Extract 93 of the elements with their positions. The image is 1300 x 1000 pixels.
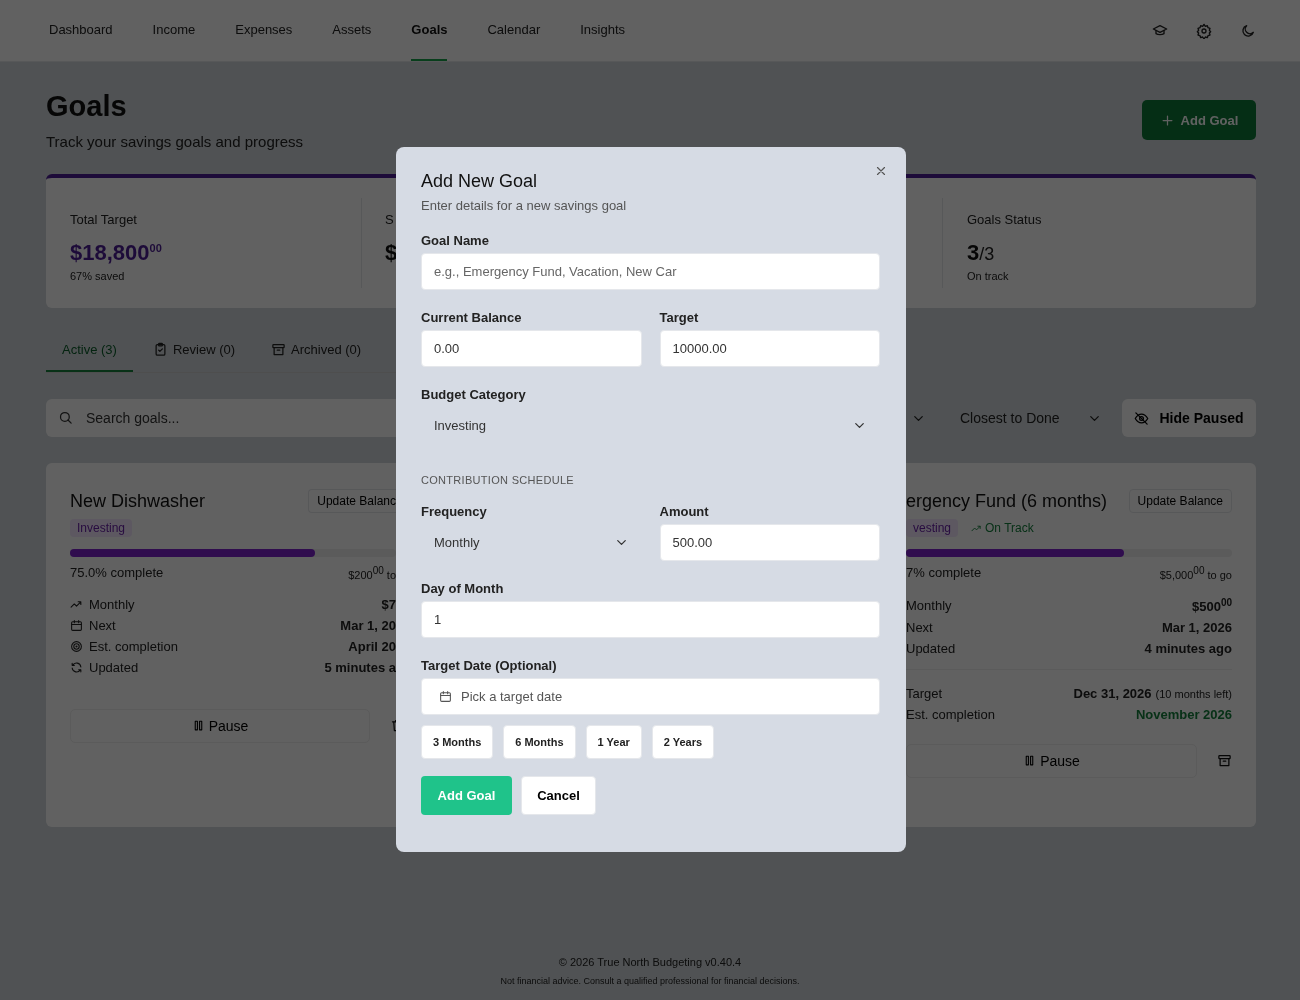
- detail-value: April 20: [348, 638, 396, 654]
- field-label: Target: [659, 310, 700, 325]
- preset-button[interactable]: 2 Years: [651, 725, 715, 759]
- nav-link[interactable]: Assets: [332, 0, 372, 61]
- stat-label: S: [385, 212, 395, 227]
- select-field[interactable]: Monthly: [421, 524, 642, 561]
- update-balance-button[interactable]: Update Balanc: [308, 489, 396, 513]
- field-label: Target Date (Optional): [421, 658, 558, 673]
- percent-complete: 7% complete: [906, 565, 982, 581]
- detail-label: Next: [906, 620, 933, 635]
- calendar-icon: [439, 690, 452, 703]
- field-label: Current Balance: [421, 310, 523, 325]
- input-field[interactable]: e.g., Emergency Fund, Vacation, New Car: [421, 253, 880, 290]
- dialog-subtitle: Enter details for a new savings goal: [421, 198, 628, 213]
- nav-link[interactable]: Goals: [411, 0, 448, 61]
- stat-value: $18,800$^{00}$: [70, 240, 162, 266]
- input-field[interactable]: 500.00: [659, 524, 880, 561]
- input-field[interactable]: 1: [421, 601, 880, 638]
- archive-box-icon: [271, 342, 287, 357]
- stat-note: On track: [967, 270, 1010, 282]
- section-heading: CONTRIBUTION SCHEDULE: [421, 474, 575, 486]
- detail-value: $500$^{00}$: [1191, 599, 1232, 614]
- detail-label: Monthly: [89, 596, 135, 612]
- goal-title: ergency Fund (6 months): [906, 490, 1108, 512]
- cancel-button[interactable]: Cancel: [521, 776, 596, 815]
- category-tag: Investing: [70, 519, 133, 537]
- target-icon: [70, 639, 83, 653]
- stat-note: 67% saved: [70, 270, 126, 282]
- detail-value: Mar 1, 2026: [1161, 620, 1232, 635]
- sort-dropdown[interactable]: Closest to Done: [946, 399, 1114, 437]
- detail-value: Mar 1, 20: [340, 617, 396, 633]
- page-title: Goals: [46, 90, 128, 123]
- field-label: Frequency: [421, 504, 488, 519]
- field-label: Amount: [659, 504, 710, 519]
- hide-paused-button[interactable]: Hide Paused: [1122, 399, 1256, 437]
- tab[interactable]: Review (0): [136, 332, 252, 372]
- field-label: Goal Name: [421, 233, 490, 248]
- refresh-icon: [70, 660, 83, 674]
- nav-link[interactable]: Dashboard: [49, 0, 113, 61]
- detail-note: (10 months left): [1155, 688, 1232, 700]
- pause-button[interactable]: Pause: [70, 708, 370, 743]
- detail-value: 5 minutes a: [324, 659, 396, 675]
- category-tag: vesting: [906, 519, 959, 537]
- moon-icon[interactable]: [1240, 22, 1256, 39]
- add-goal-button[interactable]: Add Goal: [1142, 100, 1256, 140]
- stat-value: 3: [967, 240, 980, 266]
- nav-link[interactable]: Insights: [580, 0, 626, 61]
- detail-label: Est. completion: [89, 638, 178, 654]
- preset-button[interactable]: 3 Months: [421, 725, 494, 759]
- preset-button[interactable]: 1 Year: [585, 725, 642, 759]
- eye-off-icon: [1134, 410, 1150, 426]
- stat-value: $: [385, 240, 398, 266]
- detail-label: Target: [906, 686, 943, 701]
- stat-total: /3: [979, 244, 995, 264]
- preset-button[interactable]: 6 Months: [503, 725, 576, 759]
- field-label: Budget Category: [421, 387, 527, 402]
- settings-icon[interactable]: [1196, 22, 1212, 39]
- detail-label: Updated: [89, 659, 139, 675]
- input-field[interactable]: 0.00: [421, 330, 642, 367]
- clipboard-icon: [152, 342, 168, 357]
- page-subtitle: Track your savings goals and progress: [46, 133, 304, 150]
- tab[interactable]: Archived (0): [255, 332, 378, 372]
- pause-button[interactable]: Pause: [906, 744, 1197, 778]
- calendar-icon: [70, 618, 83, 632]
- tab[interactable]: Active (3): [46, 332, 133, 372]
- goal-title: New Dishwasher: [70, 490, 206, 512]
- add-goal-submit-button[interactable]: Add Goal: [421, 776, 512, 815]
- detail-value: 4 minutes ago: [1144, 641, 1232, 656]
- detail-value: Dec 31, 2026: [1073, 686, 1152, 701]
- stat-label: Total Target: [70, 212, 138, 227]
- status-tag: On Track: [964, 519, 1041, 537]
- nav-link[interactable]: Expenses: [235, 0, 293, 61]
- detail-label: Next: [89, 617, 116, 633]
- copyright-text: © 2026 True North Budgeting v0.40.4: [557, 956, 743, 968]
- detail-label: Updated: [906, 641, 956, 656]
- plus-icon: [1159, 112, 1175, 128]
- close-icon[interactable]: [874, 164, 888, 178]
- percent-complete: 75.0% complete: [70, 565, 164, 581]
- update-balance-button[interactable]: Update Balance: [1128, 489, 1232, 513]
- stat-label: Goals Status: [967, 212, 1043, 227]
- detail-value: $7: [381, 596, 396, 612]
- input-field[interactable]: 10000.00: [659, 330, 880, 367]
- detail-value: November 2026: [1135, 707, 1232, 722]
- detail-label: Monthly: [906, 597, 952, 613]
- field-label: Day of Month: [421, 581, 505, 596]
- date-field[interactable]: Pick a target date: [421, 678, 880, 715]
- detail-label: Est. completion: [906, 707, 995, 722]
- archive-box-icon[interactable]: [1217, 753, 1232, 769]
- nav-link[interactable]: Calendar: [487, 0, 541, 61]
- disclaimer-text: Not financial advice. Consult a qualified professional for financial decisions.: [499, 976, 801, 986]
- select-field[interactable]: Investing: [421, 407, 880, 444]
- nav-link[interactable]: Income: [152, 0, 196, 61]
- dialog-title: Add New Goal: [421, 171, 539, 192]
